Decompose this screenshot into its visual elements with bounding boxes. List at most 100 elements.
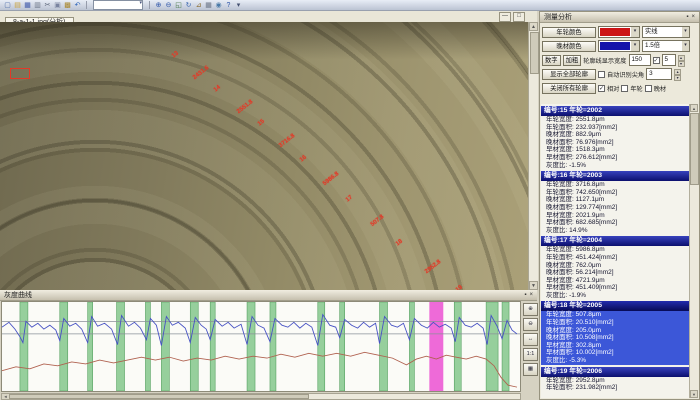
scrollbar-thumb[interactable] — [530, 32, 539, 74]
scroll-up-icon[interactable]: ▲ — [529, 22, 538, 31]
auto-detect-spinner[interactable]: ▴ ▾ — [674, 69, 681, 79]
ring-band[interactable] — [20, 302, 28, 391]
restore-icon[interactable]: □ — [513, 12, 525, 22]
ring-measurement[interactable]: 灰度比: -1.5% — [541, 162, 690, 170]
ring-measurement[interactable]: 灰度比: -1.9% — [541, 292, 690, 300]
pin-icon[interactable]: ▪ — [686, 12, 688, 22]
ring-measurement[interactable]: 早材宽度: 2021.9μm — [541, 212, 690, 220]
ring-band[interactable] — [210, 302, 215, 391]
ring-measurement[interactable]: 早材面积: 10.002[mm2] — [541, 349, 690, 357]
ring-measurement[interactable]: 早材面积: 682.685[mm2] — [541, 219, 690, 227]
scrollbar-thumb[interactable] — [9, 394, 309, 399]
relative-checkbox[interactable]: ✓ — [598, 85, 605, 92]
chart-options-button[interactable]: ▦ — [523, 363, 538, 376]
ring-band[interactable] — [340, 302, 345, 391]
chart-zoom-out-button[interactable]: ⊖ — [523, 318, 538, 331]
undo-icon[interactable]: ↶ — [73, 1, 82, 10]
ring-measurement[interactable]: 早材宽度: 1518.3μm — [541, 146, 690, 154]
ring-measurement[interactable]: 晚材面积: 56.214[mm2] — [541, 269, 690, 277]
ring-measurement[interactable]: 早材面积: 451.409[mm2] — [541, 284, 690, 292]
outline-width-value[interactable]: 150 — [629, 54, 651, 66]
outline-step-spinner[interactable]: ▴ ▾ — [678, 55, 685, 65]
settings-icon[interactable]: ◉ — [214, 1, 223, 10]
open-file-icon[interactable]: ▤ — [13, 1, 22, 10]
ring-band[interactable] — [88, 302, 93, 391]
list-vertical-scrollbar[interactable]: ▲ ▼ — [689, 104, 698, 398]
ring-measurement[interactable]: 晚材宽度: 762.0μm — [541, 262, 690, 270]
grid-icon[interactable]: ▦ — [204, 1, 213, 10]
ring-measurement[interactable]: 晚材宽度: 882.9μm — [541, 131, 690, 139]
ring-band[interactable] — [145, 302, 150, 391]
ring-entry[interactable]: 编号:15 年轮=2002年轮宽度: 2551.8μm年轮面积: 232.937… — [541, 106, 690, 169]
chevron-down-icon[interactable]: ▾ — [682, 41, 689, 51]
ring-entry-header[interactable]: 编号:15 年轮=2002 — [541, 106, 690, 116]
chart-horizontal-scrollbar[interactable]: ◄ — [1, 393, 521, 400]
close-all-outlines-button[interactable]: 关闭所有轮廓 — [542, 83, 596, 94]
fit-view-icon[interactable]: ◱ — [174, 1, 183, 10]
pin-icon[interactable]: ▪ — [524, 290, 526, 300]
scroll-down-icon[interactable]: ▼ — [690, 390, 698, 398]
chart-fit-width-button[interactable]: ↔ — [523, 333, 538, 346]
scroll-down-icon[interactable]: ▼ — [529, 281, 538, 290]
ring-measurement[interactable]: 年轮面积: 231.982[mm2] — [541, 384, 690, 392]
ring-entry[interactable]: 编号:18 年轮=2005年轮宽度: 507.8μm年轮面积: 20.510[m… — [541, 301, 690, 364]
latewood-checkbox[interactable] — [645, 85, 652, 92]
ring-measurement[interactable]: 年轮宽度: 5986.8μm — [541, 246, 690, 254]
chart-actual-size-button[interactable]: 1:1 — [523, 348, 538, 361]
ring-measurement[interactable]: 年轮面积: 451.424[mm2] — [541, 254, 690, 262]
ring-band[interactable] — [454, 302, 461, 391]
chevron-down-icon[interactable]: ▾ — [682, 27, 689, 37]
chevron-down-icon[interactable]: ▾ — [631, 27, 639, 37]
ring-entry-header[interactable]: 编号:19 年轮=2006 — [541, 367, 690, 377]
ring-measurement[interactable]: 年轮宽度: 507.8μm — [541, 311, 690, 319]
ring-band[interactable] — [161, 302, 169, 391]
image-vertical-scrollbar[interactable]: ▲ ▼ — [528, 22, 538, 290]
selected-ring-band[interactable] — [429, 302, 443, 391]
save-icon[interactable]: ▦ — [23, 1, 32, 10]
cut-icon[interactable]: ✂ — [43, 1, 52, 10]
ring-band[interactable] — [270, 302, 276, 391]
bold-button[interactable]: 加粗 — [563, 55, 582, 66]
spin-down-icon[interactable]: ▾ — [674, 75, 681, 81]
ring-entry[interactable]: 编号:16 年轮=2003年轮宽度: 3716.8μm年轮面积: 742.650… — [541, 171, 690, 234]
ring-band[interactable] — [486, 302, 498, 391]
measurement-panel-titlebar[interactable]: 测量分析 ▪ × — [540, 12, 699, 23]
print-icon[interactable]: ▥ — [33, 1, 42, 10]
ring-measurement[interactable]: 灰度比: 14.9% — [541, 227, 690, 235]
ring-entry[interactable]: 编号:17 年轮=2004年轮宽度: 5986.8μm年轮面积: 451.424… — [541, 236, 690, 299]
scroll-up-icon[interactable]: ▲ — [690, 104, 698, 112]
ring-band[interactable] — [190, 302, 198, 391]
ring-band[interactable] — [502, 302, 509, 391]
auto-detect-value[interactable]: 3 — [646, 68, 672, 80]
ring-entry-header[interactable]: 编号:18 年轮=2005 — [541, 301, 690, 311]
ring-measurement[interactable]: 年轮面积: 20.510[mm2] — [541, 319, 690, 327]
outline-width-checkbox[interactable]: ✓ — [653, 57, 660, 64]
zoom-in-icon[interactable]: ⊕ — [154, 1, 163, 10]
ring-band[interactable] — [117, 302, 125, 391]
help-icon[interactable]: ? — [224, 1, 233, 10]
scale-combo[interactable]: 1.5倍 ▾ — [642, 40, 690, 52]
chart-zoom-in-button[interactable]: ⊕ — [523, 303, 538, 316]
ring-band[interactable] — [247, 302, 255, 391]
ring-entry-header[interactable]: 编号:17 年轮=2004 — [541, 236, 690, 246]
ring-color-button[interactable]: 年轮颜色 — [542, 27, 596, 38]
more-tools-icon[interactable]: ▾ — [234, 1, 243, 10]
ring-measurement[interactable]: 早材面积: 276.612[mm2] — [541, 154, 690, 162]
wood-sample-image[interactable]: 132431.6142551.8153716.8165986.817507.81… — [0, 22, 528, 290]
outline-step-value[interactable]: 5 — [662, 54, 676, 66]
auto-detect-checkbox[interactable] — [598, 71, 605, 78]
chevron-down-icon[interactable]: ▾ — [139, 0, 142, 6]
scrollbar-thumb[interactable] — [690, 113, 699, 185]
ring-entry[interactable]: 编号:19 年轮=2006年轮宽度: 2952.8μm年轮面积: 231.982… — [541, 367, 690, 392]
ring-measurement[interactable]: 晚材面积: 129.774[mm2] — [541, 204, 690, 212]
digits-button[interactable]: 数字 — [542, 55, 561, 66]
ring-color-picker[interactable]: ▾ — [598, 26, 640, 38]
close-icon[interactable]: × — [691, 12, 695, 22]
zoom-combo[interactable]: ▾ — [93, 0, 143, 10]
chart-panel-titlebar[interactable]: 灰度曲线 ▪ × — [0, 290, 537, 301]
show-all-outlines-button[interactable]: 显示全部轮廓 — [542, 69, 596, 80]
latewood-color-button[interactable]: 晚材颜色 — [542, 41, 596, 52]
line-style-combo[interactable]: 实线 ▾ — [642, 26, 690, 38]
gray-curve-chart[interactable] — [1, 301, 521, 392]
ring-measurement[interactable]: 晚材宽度: 1127.1μm — [541, 196, 690, 204]
